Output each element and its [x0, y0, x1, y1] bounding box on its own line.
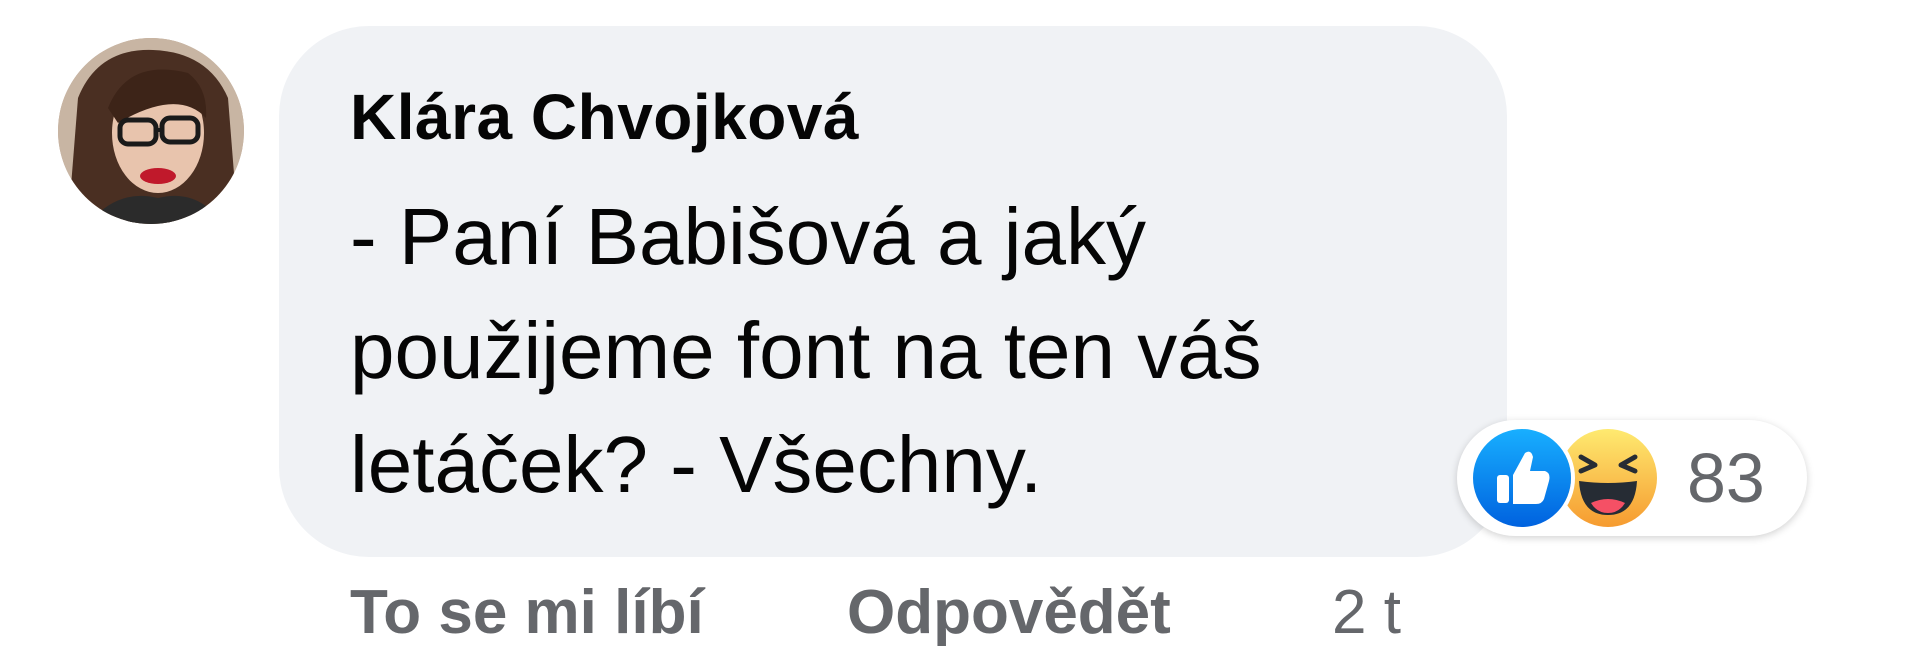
like-button[interactable]: To se mi líbí	[350, 575, 704, 651]
reactions-summary[interactable]: 83	[1457, 420, 1807, 536]
comment-container: Klára Chvojková - Paní Babišová a jaký p…	[0, 0, 1930, 668]
reaction-count: 83	[1687, 439, 1765, 517]
comment-text: - Paní Babišová a jaký použijeme font na…	[350, 180, 1460, 522]
comment-author[interactable]: Klára Chvojková	[350, 80, 859, 154]
avatar-image	[58, 38, 244, 224]
comment-timestamp[interactable]: 2 t	[1332, 575, 1401, 651]
reply-button[interactable]: Odpovědět	[847, 575, 1171, 651]
avatar[interactable]	[58, 38, 244, 224]
comment-text-line: - Paní Babišová a jaký	[350, 192, 1146, 281]
comment-text-line: použijeme font na ten váš	[350, 306, 1262, 395]
comment-text-line: letáček? - Všechny.	[350, 420, 1043, 509]
like-icon	[1469, 425, 1575, 531]
